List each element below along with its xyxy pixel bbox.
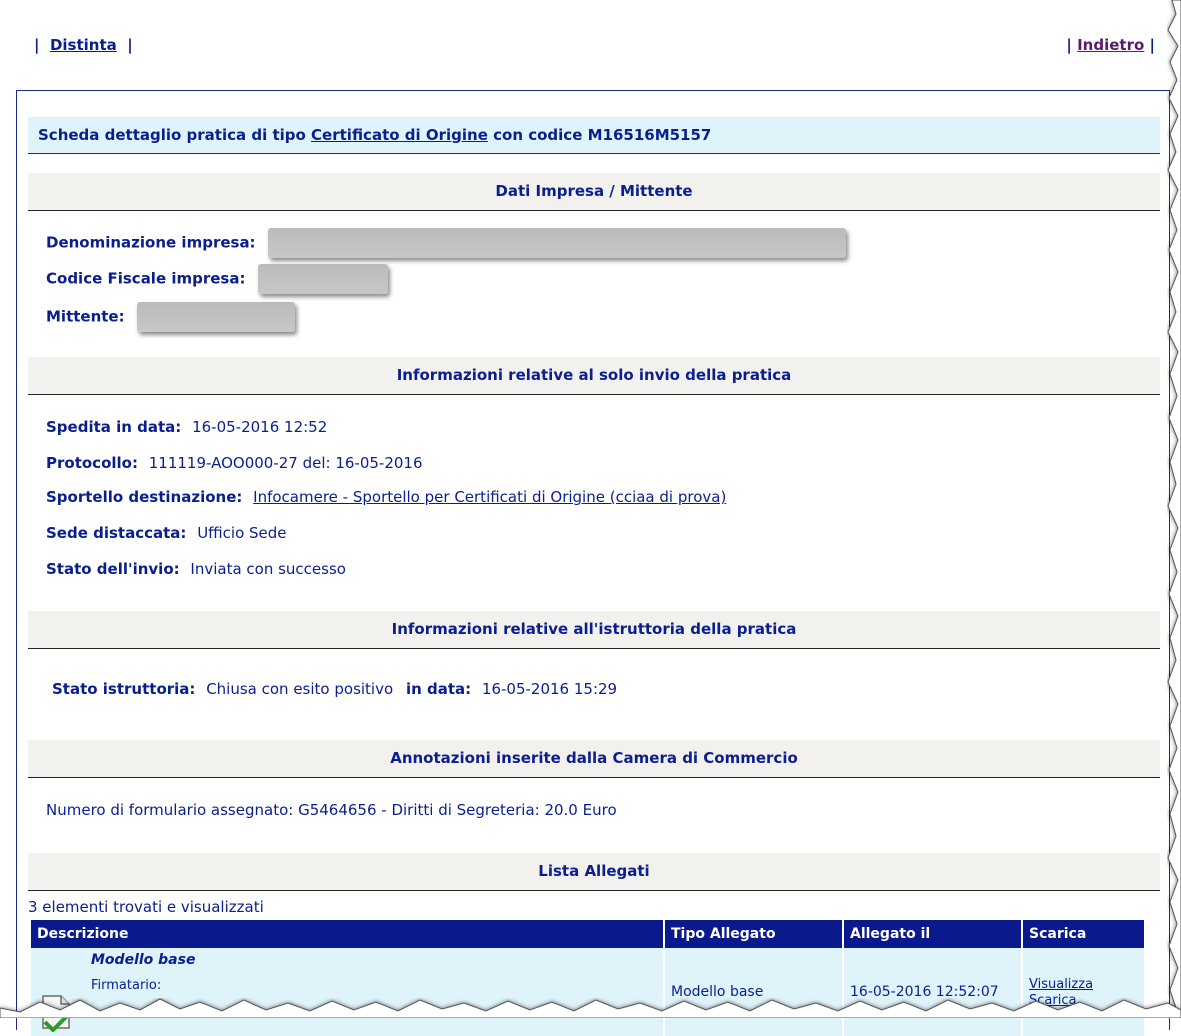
section-header-allegati: Lista Allegati bbox=[28, 853, 1160, 891]
pratica-type-link[interactable]: Certificato di Origine bbox=[311, 126, 488, 144]
protocollo-row: Protocollo: 111119-AOO000-27 del: 16-05-… bbox=[46, 454, 423, 472]
top-nav-right: | Indietro | bbox=[1066, 36, 1155, 54]
allegati-table: Descrizione Tipo Allegato Allegato il Sc… bbox=[31, 920, 1146, 1036]
stato-invio-label: Stato dell'invio: bbox=[46, 560, 180, 578]
page-title: Scheda dettaglio pratica di tipo Certifi… bbox=[28, 117, 1160, 154]
indietro-link[interactable]: Indietro bbox=[1077, 36, 1144, 54]
spedita-label: Spedita in data: bbox=[46, 418, 182, 436]
visualizza-link[interactable]: Visualizza bbox=[1029, 977, 1093, 992]
nav-separator: | bbox=[127, 36, 133, 54]
nav-separator: | bbox=[1066, 36, 1072, 54]
mittente-row: Mittente: bbox=[46, 302, 296, 332]
results-count: 3 elementi trovati e visualizzati bbox=[28, 898, 264, 916]
column-header-descrizione[interactable]: Descrizione bbox=[31, 920, 665, 948]
data-cell: 16-05-2016 12:52:07 bbox=[843, 948, 1023, 1036]
protocollo-value: 111119-AOO000-27 del: 16-05-2016 bbox=[148, 454, 423, 472]
protocollo-label: Protocollo: bbox=[46, 454, 138, 472]
annotazioni-text: Numero di formulario assegnato: G5464656… bbox=[46, 801, 617, 819]
sportello-label: Sportello destinazione: bbox=[46, 488, 243, 506]
redacted-block bbox=[258, 264, 389, 294]
codice-fiscale-row: Codice Fiscale impresa: bbox=[46, 264, 389, 294]
data-istruttoria-value: 16-05-2016 15:29 bbox=[481, 680, 618, 698]
spedita-value: 16-05-2016 12:52 bbox=[192, 418, 328, 436]
tipo-cell: Modello base bbox=[664, 948, 844, 1036]
table-header-row: Descrizione Tipo Allegato Allegato il Sc… bbox=[31, 920, 1146, 948]
stato-istruttoria-row: Stato istruttoria: Chiusa con esito posi… bbox=[52, 680, 617, 698]
mittente-label: Mittente: bbox=[46, 307, 125, 326]
stato-istruttoria-value: Chiusa con esito positivo bbox=[206, 680, 394, 698]
section-header-annotazioni: Annotazioni inserite dalla Camera di Com… bbox=[28, 740, 1160, 778]
spedita-row: Spedita in data: 16-05-2016 12:52 bbox=[46, 418, 327, 436]
codice-fiscale-label: Codice Fiscale impresa: bbox=[46, 269, 246, 288]
denominazione-row: Denominazione impresa: bbox=[46, 228, 847, 258]
top-nav-left: | Distinta | bbox=[34, 36, 133, 54]
sede-label: Sede distaccata: bbox=[46, 524, 187, 542]
redacted-block bbox=[137, 302, 296, 332]
scarica-link[interactable]: Scarica bbox=[1029, 993, 1076, 1008]
stato-istruttoria-label: Stato istruttoria: bbox=[52, 680, 196, 698]
section-header-istruttoria: Informazioni relative all'istruttoria de… bbox=[28, 611, 1160, 649]
stato-invio-row: Stato dell'invio: Inviata con successo bbox=[46, 560, 346, 578]
column-header-tipo[interactable]: Tipo Allegato bbox=[664, 920, 844, 948]
sportello-row: Sportello destinazione: Infocamere - Spo… bbox=[46, 488, 726, 506]
scarica-cell: Visualizza Scarica bbox=[1022, 948, 1146, 1036]
section-header-invio: Informazioni relative al solo invio dell… bbox=[28, 357, 1160, 395]
distinta-link[interactable]: Distinta bbox=[50, 36, 117, 54]
data-istruttoria-label: in data: bbox=[405, 680, 472, 698]
nav-separator: | bbox=[34, 36, 40, 54]
column-header-scarica[interactable]: Scarica bbox=[1022, 920, 1146, 948]
nav-separator: | bbox=[1149, 36, 1155, 54]
column-header-data[interactable]: Allegato il bbox=[843, 920, 1023, 948]
table-row: Modello base Firmatario: Modello base 16… bbox=[31, 948, 1146, 1036]
descrizione-cell: Modello base Firmatario: bbox=[31, 948, 665, 1036]
allegato-descrizione: Modello base bbox=[91, 952, 196, 968]
sportello-link[interactable]: Infocamere - Sportello per Certificati d… bbox=[253, 488, 726, 506]
title-suffix: con codice M16516M5157 bbox=[493, 126, 712, 144]
section-header-impresa: Dati Impresa / Mittente bbox=[28, 173, 1160, 211]
signed-document-icon bbox=[37, 992, 77, 1036]
firmatario-label: Firmatario: bbox=[91, 978, 162, 993]
sede-value: Ufficio Sede bbox=[197, 524, 287, 542]
title-prefix: Scheda dettaglio pratica di tipo bbox=[38, 126, 306, 144]
stato-invio-value: Inviata con successo bbox=[190, 560, 346, 578]
denominazione-label: Denominazione impresa: bbox=[46, 233, 256, 252]
sede-row: Sede distaccata: Ufficio Sede bbox=[46, 524, 287, 542]
redacted-block bbox=[268, 228, 847, 258]
